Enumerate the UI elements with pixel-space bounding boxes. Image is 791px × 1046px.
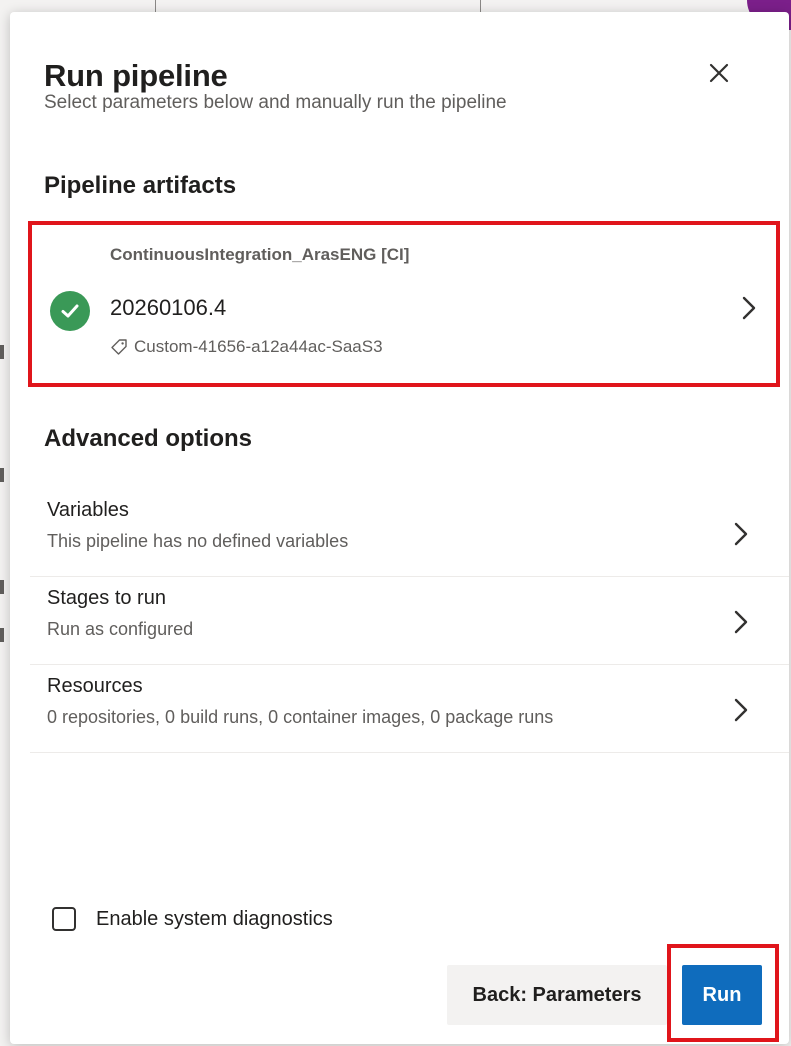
chevron-right-icon xyxy=(734,522,748,546)
background-marker xyxy=(0,580,4,594)
dialog-title: Run pipeline xyxy=(44,58,228,93)
option-label: Variables xyxy=(47,499,129,521)
option-label: Resources xyxy=(47,675,143,697)
chevron-right-icon xyxy=(734,698,748,722)
background-marker xyxy=(0,468,4,482)
system-diagnostics-checkbox[interactable] xyxy=(52,907,76,931)
back-parameters-button[interactable]: Back: Parameters xyxy=(447,965,667,1025)
system-diagnostics-label: Enable system diagnostics xyxy=(96,907,333,930)
option-variables[interactable]: Variables This pipeline has no defined v… xyxy=(30,489,789,577)
close-button[interactable] xyxy=(704,58,734,88)
run-button[interactable]: Run xyxy=(682,965,762,1025)
chevron-right-icon xyxy=(742,296,756,320)
background-marker xyxy=(0,345,4,359)
artifact-pipeline-name: ContinuousIntegration_ArasENG [CI] xyxy=(110,245,410,264)
option-description: Run as configured xyxy=(47,619,194,639)
option-description: 0 repositories, 0 build runs, 0 containe… xyxy=(47,707,554,727)
check-circle-icon xyxy=(50,291,90,331)
option-stages-to-run[interactable]: Stages to run Run as configured xyxy=(30,577,789,665)
close-icon xyxy=(709,63,729,83)
option-label: Stages to run xyxy=(47,587,166,609)
artifact-tag: Custom-41656-a12a44ac-SaaS3 xyxy=(110,337,383,357)
artifact-version: 20260106.4 xyxy=(110,295,227,320)
run-pipeline-dialog: Run pipeline Select parameters below and… xyxy=(10,12,789,1044)
background-marker xyxy=(0,628,4,642)
advanced-options-heading: Advanced options xyxy=(44,425,253,452)
tag-icon xyxy=(110,338,128,356)
chevron-right-icon xyxy=(734,610,748,634)
system-diagnostics-toggle[interactable]: Enable system diagnostics xyxy=(52,907,333,931)
dialog-subtitle: Select parameters below and manually run… xyxy=(44,92,507,113)
option-description: This pipeline has no defined variables xyxy=(47,531,349,551)
pipeline-artifacts-heading: Pipeline artifacts xyxy=(44,172,237,199)
option-resources[interactable]: Resources 0 repositories, 0 build runs, … xyxy=(30,665,789,753)
pipeline-artifact-card[interactable]: ContinuousIntegration_ArasENG [CI] 20260… xyxy=(28,221,780,387)
artifact-tag-label: Custom-41656-a12a44ac-SaaS3 xyxy=(134,337,383,356)
